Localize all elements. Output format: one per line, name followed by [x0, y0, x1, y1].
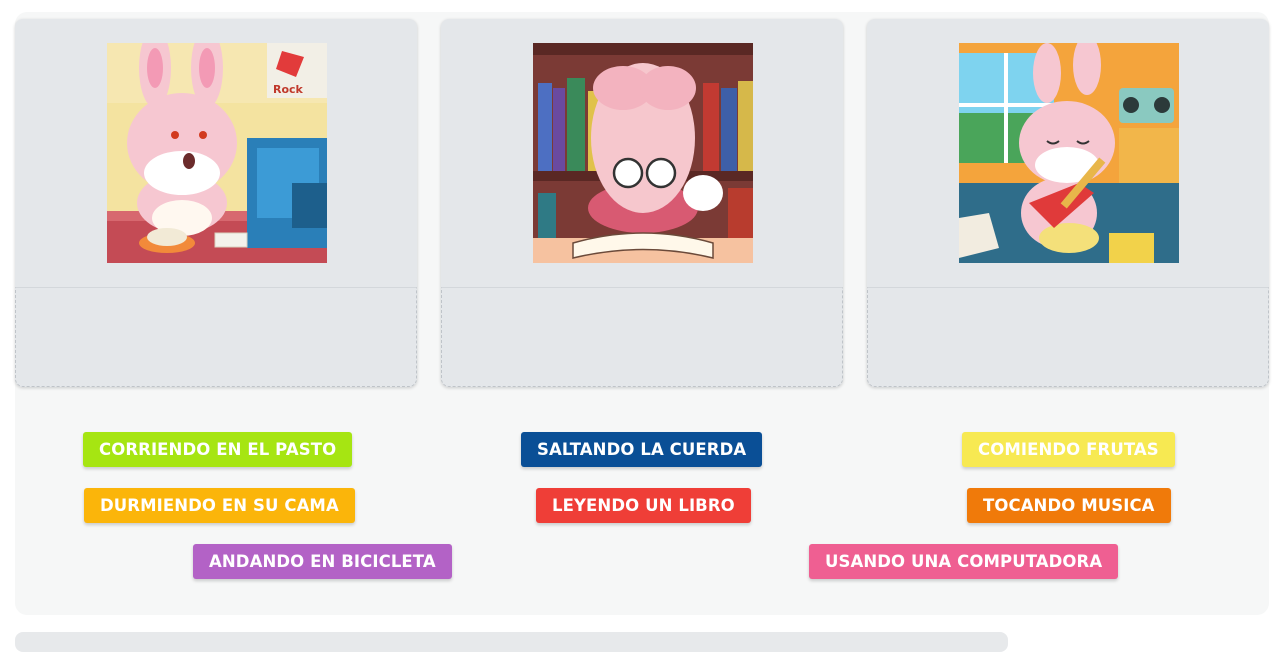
svg-text:Rock: Rock	[273, 83, 304, 96]
bunny-computer-image: Rock	[107, 43, 327, 263]
chip-durmiendo-en-su-cama[interactable]: DURMIENDO EN SU CAMA	[84, 488, 355, 523]
chip-tocando-musica[interactable]: TOCANDO MUSICA	[967, 488, 1171, 523]
chip-andando-en-bicicleta[interactable]: ANDANDO EN BICICLETA	[193, 544, 452, 579]
chip-comiendo-frutas[interactable]: COMIENDO FRUTAS	[962, 432, 1175, 467]
drop-zone-1[interactable]	[15, 287, 417, 387]
bunny-reading-image	[533, 43, 753, 263]
image-area	[867, 19, 1269, 287]
chip-corriendo-en-el-pasto[interactable]: CORRIENDO EN EL PASTO	[83, 432, 353, 467]
image-card-3	[867, 19, 1269, 387]
image-area	[441, 19, 843, 287]
next-panel-edge	[15, 632, 1008, 652]
bunny-guitar-image	[959, 43, 1179, 263]
drop-zone-3[interactable]	[867, 287, 1269, 387]
image-card-2	[441, 19, 843, 387]
chip-saltando-la-cuerda[interactable]: SALTANDO LA CUERDA	[521, 432, 763, 467]
chip-leyendo-un-libro[interactable]: LEYENDO UN LIBRO	[536, 488, 751, 523]
activity-matching-panel: Rock CORRIENDO EN EL PASTO SALTANDO LA C…	[15, 12, 1269, 615]
image-area: Rock	[15, 19, 417, 287]
drop-zone-2[interactable]	[441, 287, 843, 387]
image-card-1: Rock	[15, 19, 417, 387]
chip-usando-una-computadora[interactable]: USANDO UNA COMPUTADORA	[809, 544, 1119, 579]
